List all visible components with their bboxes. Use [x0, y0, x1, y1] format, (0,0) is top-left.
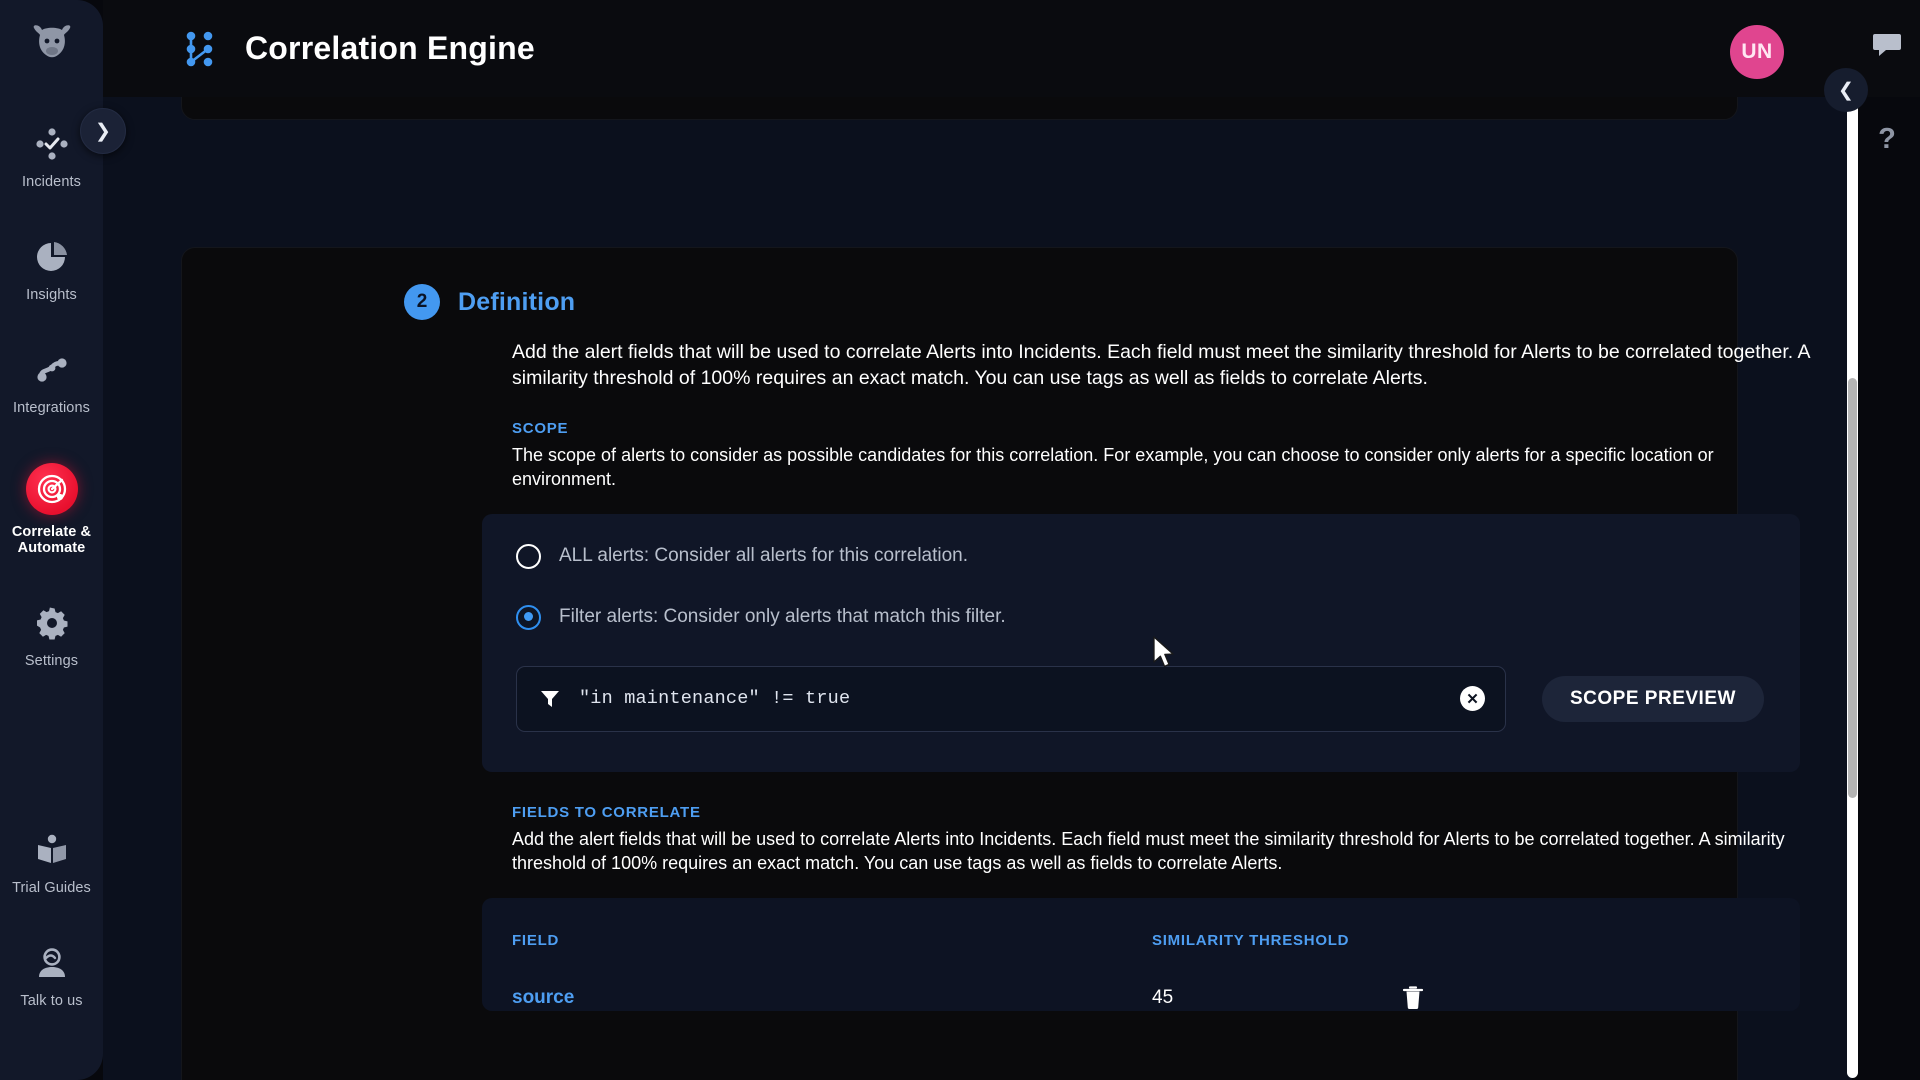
pie-chart-icon — [31, 236, 73, 278]
threshold-value-cell[interactable]: 45 — [1152, 987, 1402, 1009]
definition-title: Definition — [458, 287, 576, 316]
definition-header: 2 Definition — [182, 284, 1737, 320]
cow-logo-icon[interactable] — [24, 14, 80, 70]
incidents-dots-check-icon — [31, 123, 73, 165]
sidebar-item-label: Integrations — [13, 400, 90, 417]
chat-bubble-icon[interactable] — [1868, 26, 1906, 64]
scope-panel: ALL alerts: Consider all alerts for this… — [482, 513, 1800, 772]
sidebar-item-integrations[interactable]: Integrations — [0, 338, 103, 425]
scope-label: SCOPE — [512, 419, 569, 437]
radio-button-unselected[interactable] — [516, 543, 541, 569]
scope-description: The scope of alerts to consider as possi… — [512, 444, 1714, 490]
sidebar-item-talk-to-us[interactable]: Talk to us — [0, 931, 103, 1018]
sidebar-expand-button[interactable]: ❯ — [80, 108, 126, 154]
scope-preview-button[interactable]: SCOPE PREVIEW — [1542, 675, 1764, 722]
open-book-icon — [31, 829, 73, 871]
radio-button-selected[interactable] — [516, 604, 541, 630]
chevron-left-icon: ❮ — [1838, 79, 1854, 101]
avatar[interactable]: UN — [1730, 25, 1784, 79]
definition-step-number: 2 — [404, 284, 440, 320]
scope-option-filter-alerts[interactable]: Filter alerts: Consider only alerts that… — [516, 604, 1800, 630]
fields-label: FIELDS TO CORRELATE — [512, 803, 701, 821]
clear-circle-icon[interactable]: ✕ — [1460, 686, 1485, 712]
filter-funnel-icon — [539, 688, 561, 710]
fields-table-header: FIELD SIMILARITY THRESHOLD — [512, 932, 1800, 949]
filter-query-input[interactable]: "in maintenance" != true ✕ — [516, 665, 1506, 732]
gear-icon — [31, 602, 73, 644]
fields-to-correlate-section: FIELDS TO CORRELATE Add the alert fields… — [182, 803, 1800, 1011]
fields-description: Add the alert fields that will be used t… — [512, 828, 1785, 874]
column-header-field: FIELD — [512, 931, 560, 949]
page-scrollbar-track[interactable] — [1847, 88, 1858, 1078]
sidebar-item-label: Incidents — [22, 174, 81, 190]
integrations-link-icon — [31, 349, 73, 391]
sidebar-item-label: Talk to us — [20, 992, 83, 1009]
definition-description: Add the alert fields that will be used t… — [512, 341, 1810, 389]
field-name-cell[interactable]: source — [512, 987, 1152, 1009]
sidebar-item-correlate-automate[interactable]: Correlate & Automate — [0, 452, 103, 565]
scope-section: SCOPE The scope of alerts to consider as… — [182, 419, 1800, 772]
sidebar-item-label: Insights — [26, 287, 77, 304]
app-root: Incidents Insights Integrations Correlat… — [0, 0, 1920, 1080]
chevron-right-icon: ❯ — [95, 120, 111, 142]
table-row[interactable]: source 45 — [512, 985, 1800, 1011]
scope-option-label: Filter alerts: Consider only alerts that… — [559, 606, 1006, 628]
main-sidebar: Incidents Insights Integrations Correlat… — [0, 0, 103, 1080]
definition-card: 2 Definition Add the alert fields that w… — [181, 247, 1809, 1080]
trash-icon[interactable] — [1402, 985, 1426, 1011]
filter-query-value: "in maintenance" != true — [579, 688, 851, 710]
sidebar-item-insights[interactable]: Insights — [0, 225, 103, 312]
correlation-nodes-icon — [183, 29, 223, 69]
fields-table: FIELD SIMILARITY THRESHOLD source 45 — [482, 897, 1800, 1011]
scope-option-label: ALL alerts: Consider all alerts for this… — [559, 545, 969, 567]
sidebar-item-settings[interactable]: Settings — [0, 591, 103, 678]
sidebar-bottom-nav: Trial Guides Talk to us — [0, 818, 103, 1044]
page-scrollbar-thumb[interactable] — [1848, 378, 1857, 798]
sidebar-top-nav: Incidents Insights Integrations Correlat… — [0, 112, 103, 704]
right-rail: ? — [1852, 0, 1920, 1080]
sidebar-item-label: Trial Guides — [12, 879, 91, 896]
app-header: Correlation Engine UN — [103, 0, 1920, 97]
question-mark-icon[interactable]: ? — [1868, 120, 1906, 158]
sidebar-item-label: Settings — [24, 653, 79, 670]
radar-target-icon — [25, 462, 78, 515]
column-header-threshold: SIMILARITY THRESHOLD — [1152, 931, 1350, 949]
support-agent-icon — [31, 942, 73, 984]
scope-filter-row: "in maintenance" != true ✕ SCOPE PREVIEW — [516, 665, 1800, 732]
scope-option-all-alerts[interactable]: ALL alerts: Consider all alerts for this… — [516, 543, 1800, 569]
sidebar-item-label: Correlate & Automate — [11, 523, 92, 556]
right-panel-collapse-button[interactable]: ❮ — [1824, 68, 1868, 112]
page-title: Correlation Engine — [245, 30, 535, 66]
sidebar-item-trial-guides[interactable]: Trial Guides — [0, 818, 103, 905]
